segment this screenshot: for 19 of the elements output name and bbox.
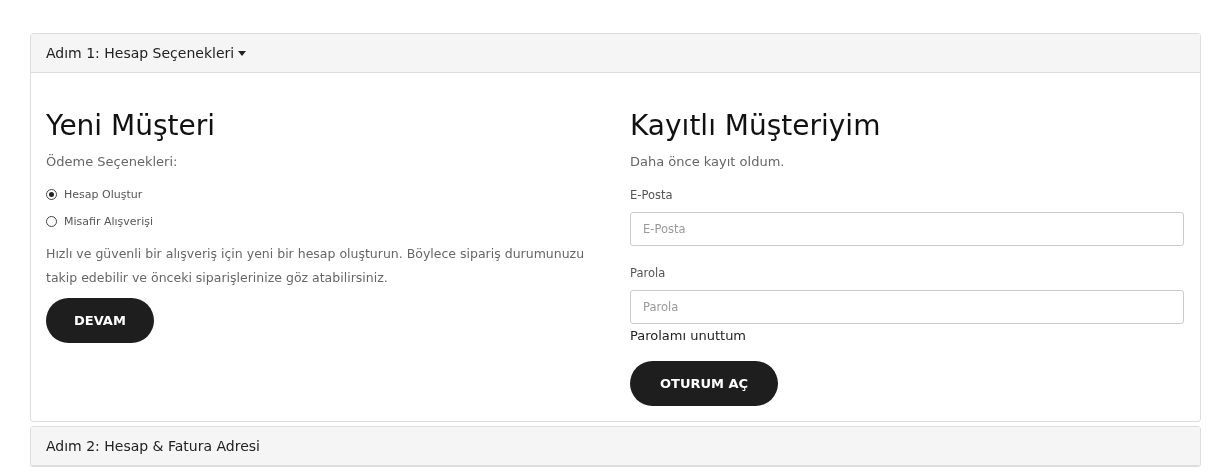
forgot-password-link[interactable]: Parolamı unuttum: [630, 328, 747, 343]
step-title[interactable]: Adım 2: Hesap & Fatura Adresi: [46, 438, 260, 454]
field-label: Parola: [630, 266, 666, 280]
subheading: Ödeme Seçenekleri:: [46, 154, 178, 169]
radio-option[interactable]: Hesap Oluştur: [46, 188, 143, 201]
radio-option[interactable]: Misafir Alışverişi: [46, 215, 153, 228]
step-header[interactable]: Adım 1: Hesap Seçenekleri: [31, 34, 1200, 73]
caret-icon: [238, 50, 247, 56]
step-header[interactable]: Adım 2: Hesap & Fatura Adresi: [31, 427, 1200, 466]
description-text: Hızlı ve güvenli bir alışveriş için yeni bir hesap oluşturun. Böylece sipariş durumunuzu takip edebilir ve önceki siparişlerinize göz atabilirsiniz.: [46, 245, 586, 287]
field-label: E-Posta: [630, 188, 673, 202]
login-button[interactable]: OTURUM AÇ: [630, 361, 779, 406]
subheading: Daha önce kayıt oldum.: [630, 154, 785, 169]
section-heading: Yeni Müşteri: [46, 109, 216, 142]
continue-button[interactable]: DEVAM: [46, 298, 154, 343]
step-title[interactable]: Adım 1: Hesap Seçenekleri: [46, 45, 235, 61]
section-heading: Kayıtlı Müşteriyim: [630, 109, 881, 142]
input-field[interactable]: Parola: [630, 290, 1184, 324]
input-field[interactable]: E-Posta: [630, 212, 1184, 246]
